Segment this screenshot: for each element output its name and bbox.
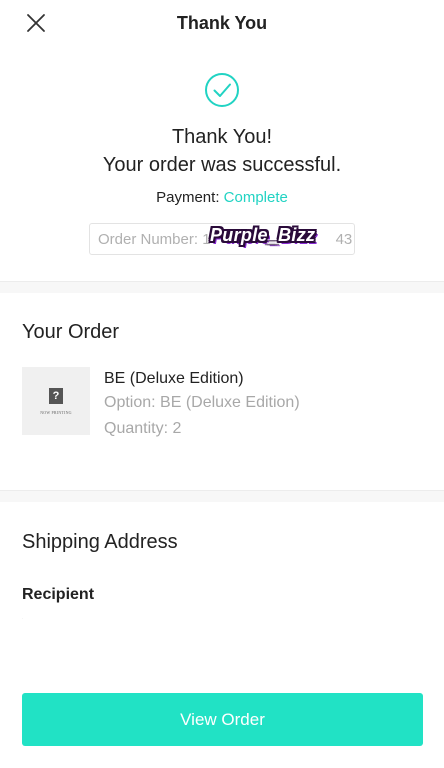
view-order-button[interactable]: View Order	[22, 693, 423, 746]
top-bar: Thank You	[0, 0, 444, 48]
shipping-address-heading: Shipping Address	[22, 531, 178, 553]
section-divider	[0, 281, 444, 293]
product-thumbnail: ? NOW PRINTING	[22, 367, 90, 435]
payment-status-value: Complete	[223, 189, 288, 206]
page-title: Thank You	[176, 13, 268, 33]
order-number-label: Order Number:	[98, 231, 199, 248]
product-quantity: Quantity: 2	[104, 420, 182, 437]
thank-you-heading: Thank You!	[171, 126, 273, 148]
order-success-message: Your order was successful.	[102, 154, 342, 176]
your-order-heading: Your Order	[22, 321, 120, 343]
check-circle-icon	[205, 73, 239, 107]
payment-label: Payment:	[156, 189, 220, 206]
placeholder-question-icon: ?	[49, 388, 63, 404]
recipient-value: ·	[22, 616, 24, 621]
section-divider	[0, 490, 444, 502]
recipient-label: Recipient	[22, 586, 95, 603]
payment-status-row: Payment: Complete	[0, 189, 444, 206]
product-option: Option: BE (Deluxe Edition)	[104, 394, 300, 411]
thumbnail-caption: NOW PRINTING	[40, 410, 72, 415]
watermark-overlay: Purple_Bizz	[210, 225, 316, 245]
product-name: BE (Deluxe Edition)	[104, 370, 244, 387]
